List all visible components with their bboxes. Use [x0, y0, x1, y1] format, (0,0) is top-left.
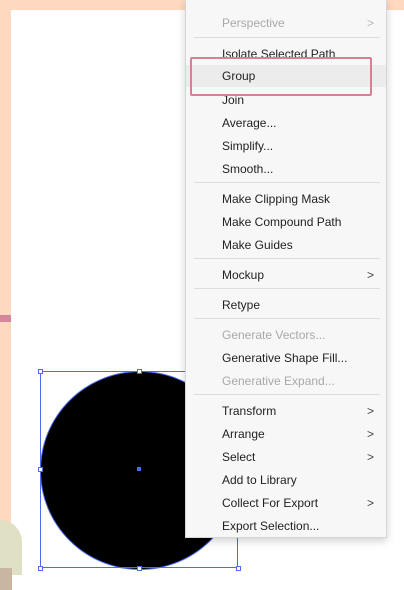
menu-item-make-guides[interactable]: Make Guides — [186, 234, 386, 256]
menu-separator — [194, 318, 380, 319]
decorative-stripe — [0, 315, 11, 322]
menu-item-average[interactable]: Average... — [186, 112, 386, 134]
menu-item-collect-for-export[interactable]: Collect For Export > — [186, 492, 386, 514]
menu-item-generative-expand: Generative Expand... — [222, 374, 335, 388]
highlight-annotation-box — [190, 57, 372, 96]
menu-item-mockup[interactable]: Mockup > — [186, 264, 386, 286]
chevron-right-icon: > — [366, 404, 374, 418]
decorative-shape — [0, 568, 12, 590]
menu-separator — [194, 394, 380, 395]
menu-item-perspective: Perspective > — [186, 12, 386, 34]
menu-separator — [194, 37, 380, 38]
menu-separator — [194, 182, 380, 183]
chevron-right-icon: > — [366, 268, 374, 282]
resize-handle-top-left[interactable] — [38, 369, 43, 374]
resize-handle-middle-left[interactable] — [38, 467, 43, 472]
chevron-right-icon: > — [366, 427, 374, 441]
menu-item-add-to-library[interactable]: Add to Library — [186, 469, 386, 491]
menu-item-make-compound-path[interactable]: Make Compound Path — [186, 211, 386, 233]
menu-item-retype[interactable]: Retype — [186, 294, 386, 316]
resize-handle-top-center[interactable] — [137, 369, 142, 374]
resize-handle-bottom-right[interactable] — [236, 566, 241, 571]
menu-item-generative-shape-fill[interactable]: Generative Shape Fill... — [186, 347, 386, 369]
menu-item-select[interactable]: Select > — [186, 446, 386, 468]
menu-item-simplify[interactable]: Simplify... — [186, 135, 386, 157]
menu-item-arrange[interactable]: Arrange > — [186, 423, 386, 445]
chevron-right-icon: > — [366, 496, 374, 510]
menu-item-export-selection[interactable]: Export Selection... — [186, 515, 386, 537]
shape-center-point — [137, 467, 141, 471]
resize-handle-bottom-center[interactable] — [137, 566, 142, 571]
chevron-right-icon: > — [366, 16, 374, 30]
menu-item-smooth[interactable]: Smooth... — [186, 158, 386, 180]
menu-item-transform[interactable]: Transform > — [186, 400, 386, 422]
menu-separator — [194, 288, 380, 289]
resize-handle-bottom-left[interactable] — [38, 566, 43, 571]
menu-separator — [194, 258, 380, 259]
menu-item-make-clipping-mask[interactable]: Make Clipping Mask — [186, 188, 386, 210]
menu-item-generate-vectors: Generate Vectors... — [222, 328, 326, 342]
canvas-background-left — [0, 10, 11, 590]
chevron-right-icon: > — [366, 450, 374, 464]
